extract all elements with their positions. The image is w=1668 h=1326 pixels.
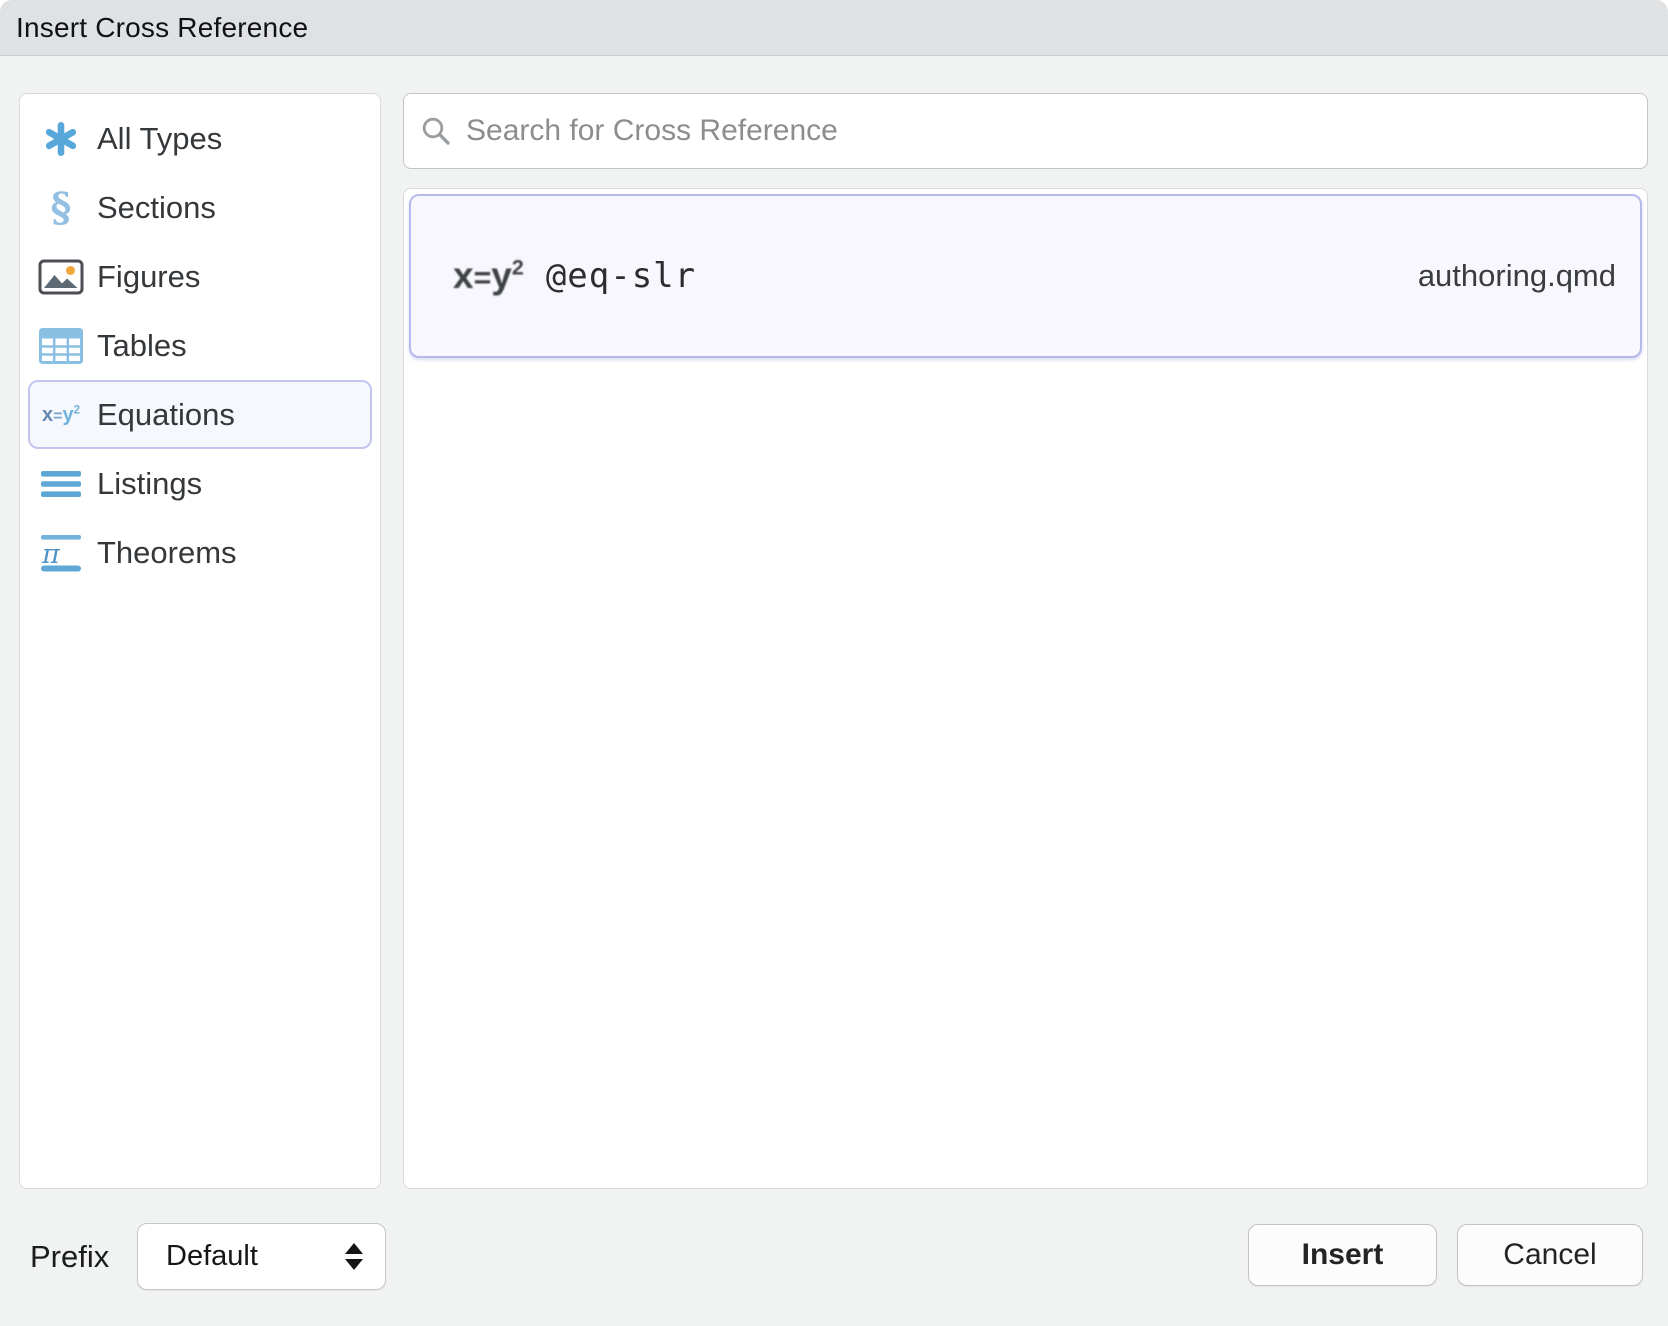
sidebar-item-label: Tables	[97, 328, 187, 364]
equation-icon: x=y2	[453, 257, 524, 294]
section-icon: §	[38, 188, 84, 228]
sidebar-item-figures[interactable]: Figures	[28, 242, 372, 311]
listings-icon	[38, 469, 84, 499]
result-item-eq-slr[interactable]: x=y2 @eq-slr authoring.qmd	[409, 194, 1642, 358]
cancel-button[interactable]: Cancel	[1457, 1224, 1643, 1286]
sidebar-item-label: Listings	[97, 466, 202, 502]
result-file-name: authoring.qmd	[1418, 258, 1616, 294]
dialog-title: Insert Cross Reference	[16, 12, 308, 44]
sidebar-item-equations[interactable]: x=y2 Equations	[28, 380, 372, 449]
prefix-label: Prefix	[30, 1223, 109, 1290]
sidebar-item-tables[interactable]: Tables	[28, 311, 372, 380]
sidebar-item-all-types[interactable]: All Types	[28, 104, 372, 173]
theorem-icon: π	[38, 534, 84, 572]
dialog-title-bar: Insert Cross Reference	[0, 0, 1668, 56]
search-input[interactable]	[464, 113, 1631, 149]
equation-icon: x=y2	[38, 405, 84, 425]
sidebar-item-label: All Types	[97, 121, 222, 157]
sidebar-item-theorems[interactable]: π Theorems	[28, 518, 372, 587]
search-box	[403, 93, 1648, 169]
search-icon	[420, 115, 452, 147]
svg-text:π: π	[41, 539, 61, 570]
updown-arrows-icon	[345, 1243, 363, 1270]
insert-button[interactable]: Insert	[1248, 1224, 1437, 1286]
sidebar-item-label: Figures	[97, 259, 200, 295]
asterisk-icon	[38, 122, 84, 156]
sidebar-item-sections[interactable]: § Sections	[28, 173, 372, 242]
insert-cross-reference-dialog: Insert Cross Reference All Types § Secti…	[0, 0, 1668, 1326]
results-list: x=y2 @eq-slr authoring.qmd	[403, 188, 1648, 1189]
prefix-select[interactable]: Default	[137, 1223, 386, 1290]
sidebar-item-listings[interactable]: Listings	[28, 449, 372, 518]
sidebar-item-label: Equations	[97, 397, 235, 433]
prefix-select-value: Default	[166, 1240, 258, 1273]
sidebar-item-label: Theorems	[97, 535, 237, 571]
figure-icon	[38, 259, 84, 295]
result-ref-id: @eq-slr	[546, 256, 696, 296]
sidebar-item-label: Sections	[97, 190, 216, 226]
table-icon	[38, 328, 84, 364]
type-filter-list: All Types § Sections Figures	[19, 93, 381, 1189]
